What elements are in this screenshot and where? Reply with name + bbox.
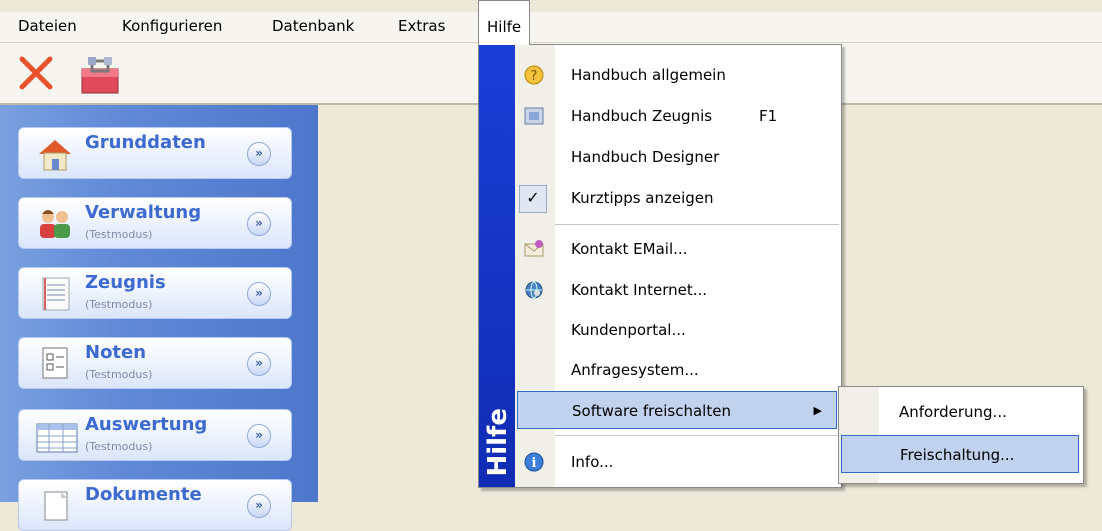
panel-title: Zeugnis	[85, 272, 166, 293]
internet-icon	[523, 280, 545, 300]
chevron-down-icon[interactable]: »	[247, 282, 271, 306]
panel-grunddaten[interactable]: Grunddaten »	[18, 127, 292, 179]
menu-item-handbuch-designer[interactable]: Handbuch Designer	[515, 138, 839, 176]
panel-title: Grunddaten	[85, 132, 206, 153]
menu-item-kundenportal[interactable]: Kundenportal...	[515, 311, 839, 349]
panel-dokumente[interactable]: Dokumente »	[18, 479, 292, 531]
panel-subtitle: (Testmodus)	[85, 368, 153, 381]
panel-subtitle: (Testmodus)	[85, 440, 153, 453]
panel-noten[interactable]: Noten (Testmodus) »	[18, 337, 292, 389]
menu-hilfe[interactable]: Hilfe	[478, 0, 531, 45]
help-book-icon: ?	[523, 65, 545, 85]
table-icon	[35, 418, 78, 454]
submenu-item-anforderung[interactable]: Anforderung...	[841, 393, 1079, 431]
submenu-item-freischaltung[interactable]: Freischaltung...	[841, 435, 1079, 473]
panel-title: Auswertung	[85, 414, 208, 435]
menu-item-kontakt-email[interactable]: Kontakt EMail...	[515, 230, 839, 268]
grade-sheet-icon	[35, 346, 75, 382]
panel-zeugnis[interactable]: Zeugnis (Testmodus) »	[18, 267, 292, 319]
menu-bar: Dateien Konfigurieren Datenbank Extras H…	[0, 0, 1102, 45]
info-icon: i	[523, 452, 545, 472]
menu-side-banner-label: Hilfe	[483, 408, 513, 477]
house-icon	[35, 136, 75, 172]
panel-subtitle: (Testmodus)	[85, 228, 153, 241]
help-menu-dropdown: Hilfe ? Handbuch allgemein Handbuch Zeug…	[478, 44, 842, 488]
email-icon	[523, 239, 545, 259]
menu-konfigurieren[interactable]: Konfigurieren	[122, 12, 222, 40]
chevron-down-icon[interactable]: »	[247, 494, 271, 518]
menu-separator	[555, 435, 839, 436]
menu-side-banner: Hilfe	[479, 45, 515, 487]
menu-item-anfragesystem[interactable]: Anfragesystem...	[515, 351, 839, 389]
svg-text:i: i	[532, 456, 537, 471]
menu-item-kontakt-internet[interactable]: Kontakt Internet...	[515, 271, 839, 309]
software-freischalten-submenu: Anforderung... Freischaltung...	[838, 386, 1084, 484]
menu-extras[interactable]: Extras	[398, 12, 445, 40]
menu-dateien[interactable]: Dateien	[18, 12, 77, 40]
menu-item-handbuch-allgemein[interactable]: ? Handbuch allgemein	[515, 56, 839, 94]
shortcut-label: F1	[759, 107, 778, 125]
panel-verwaltung[interactable]: Verwaltung (Testmodus) »	[18, 197, 292, 249]
panel-title: Noten	[85, 342, 147, 363]
menu-item-kurztipps[interactable]: ✓ Kurztipps anzeigen	[515, 179, 839, 217]
submenu-arrow-icon: ▶	[813, 404, 822, 417]
menu-item-info[interactable]: i Info...	[515, 443, 839, 481]
chevron-down-icon[interactable]: »	[247, 352, 271, 376]
menu-item-handbuch-zeugnis[interactable]: Handbuch Zeugnis F1	[515, 97, 839, 135]
menu-datenbank[interactable]: Datenbank	[272, 12, 354, 40]
checkmark-icon: ✓	[519, 185, 547, 213]
people-icon	[35, 206, 75, 242]
menu-item-software-freischalten[interactable]: Software freischalten ▶	[517, 391, 837, 429]
toolbox-icon[interactable]	[78, 53, 119, 94]
svg-text:?: ?	[531, 69, 538, 84]
panel-title: Verwaltung	[85, 202, 202, 223]
navigation-sidebar: Grunddaten » Verwaltung (Testmodus) » Ze…	[0, 105, 320, 531]
manual-icon	[523, 106, 545, 126]
chevron-down-icon[interactable]: »	[247, 142, 271, 166]
chevron-down-icon[interactable]: »	[247, 424, 271, 448]
menu-separator	[555, 224, 839, 225]
chevron-down-icon[interactable]: »	[247, 212, 271, 236]
close-x-icon[interactable]	[16, 53, 56, 93]
document-icon	[35, 276, 75, 312]
panel-subtitle: (Testmodus)	[85, 298, 153, 311]
documents-icon	[35, 488, 75, 524]
panel-auswertung[interactable]: Auswertung (Testmodus) »	[18, 409, 292, 461]
